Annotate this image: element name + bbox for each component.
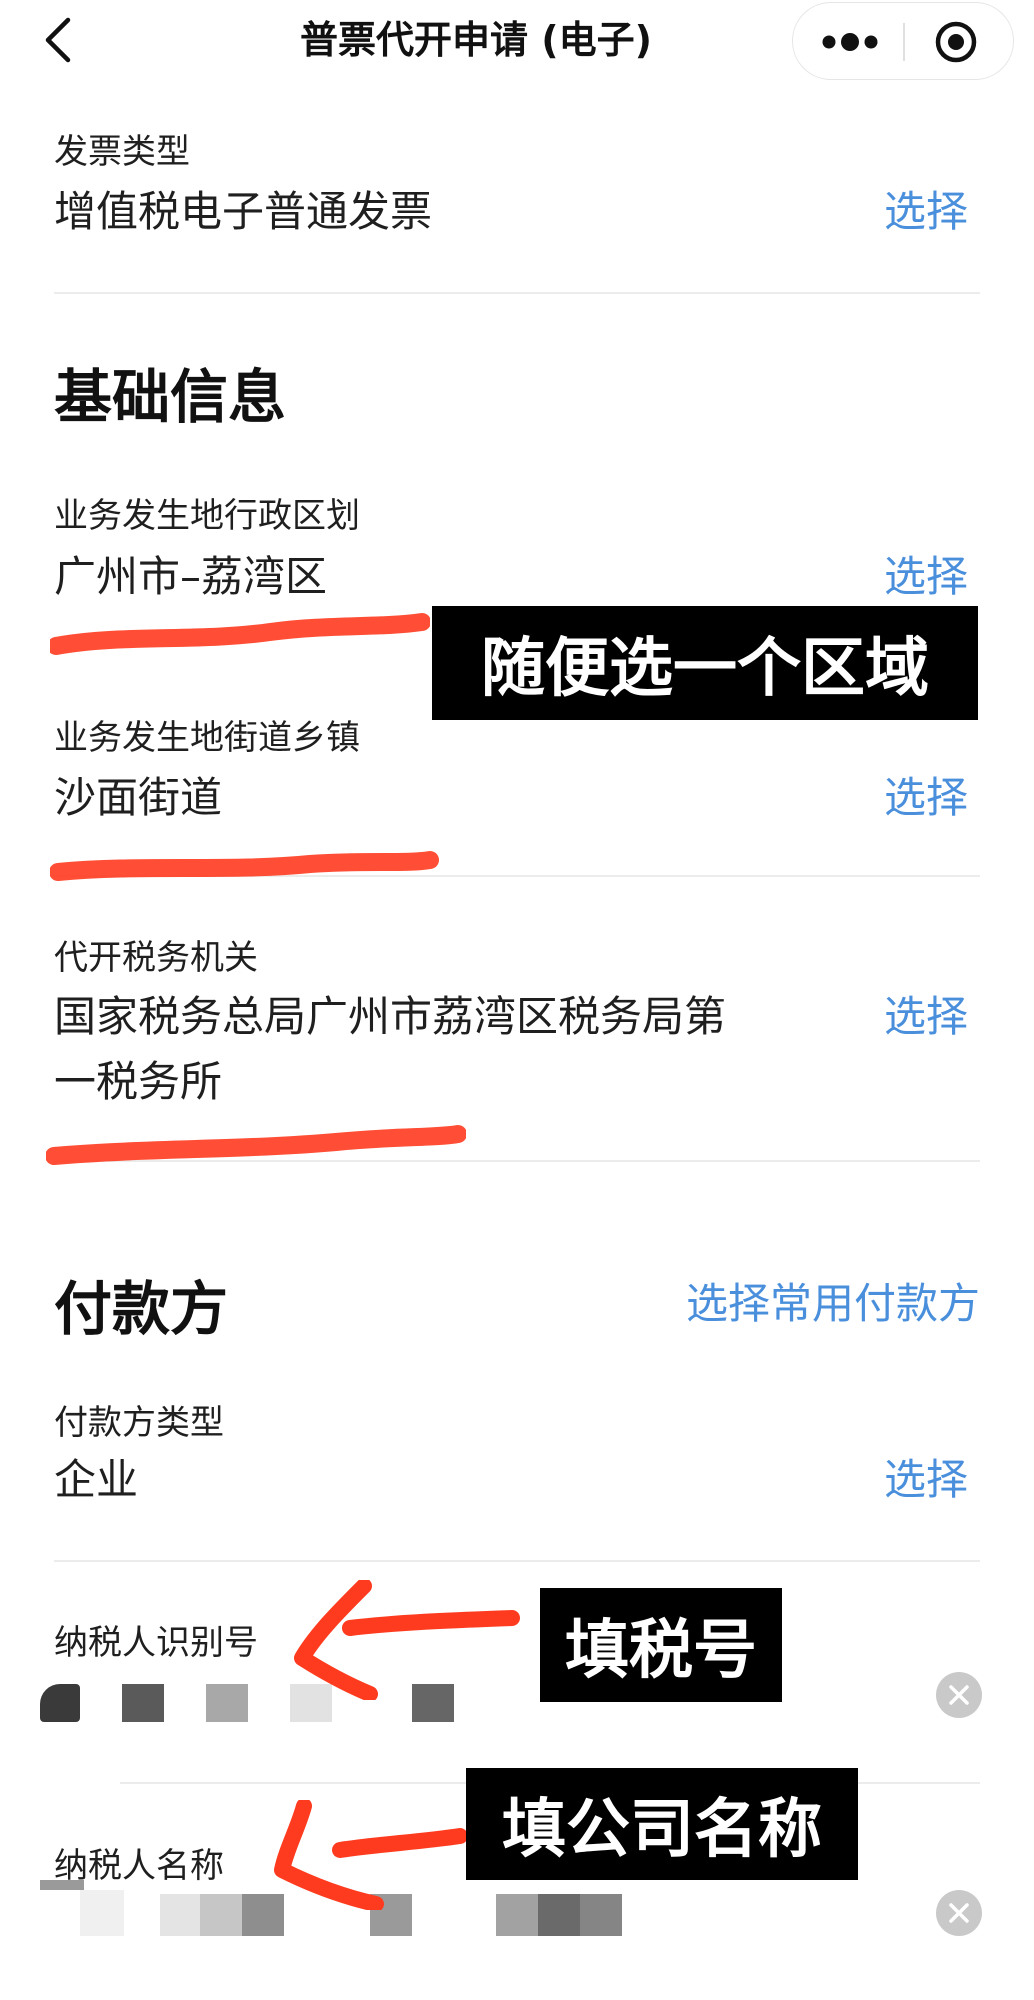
more-dots-icon (822, 33, 878, 51)
clear-taxpayer-name-button[interactable] (936, 1890, 982, 1936)
back-button[interactable] (38, 14, 82, 66)
taxpayer-id-label: 纳税人识别号 (54, 1623, 258, 1663)
divider (54, 1560, 980, 1562)
divider (54, 292, 980, 294)
street-select-button[interactable]: 选择 (884, 766, 968, 830)
capsule-divider (903, 23, 905, 61)
red-underline-scribble (50, 851, 439, 881)
annotation-note-company: 填公司名称 (466, 1768, 858, 1880)
region-value: 广州市–荔湾区 (54, 552, 328, 601)
tax-office-value-line2: 一税务所 (54, 1057, 223, 1106)
nav-bar: 普票代开申请 (电子) (0, 0, 1034, 80)
annotation-note-region: 随便选一个区域 (432, 606, 978, 720)
invoice-type-label: 发票类型 (54, 132, 190, 172)
more-button[interactable] (815, 21, 885, 63)
region-select-button[interactable]: 选择 (884, 545, 968, 609)
section-title-basic-info: 基础信息 (54, 363, 287, 431)
tax-office-select-button[interactable]: 选择 (884, 985, 968, 1049)
mini-program-capsule (792, 2, 1014, 80)
annotation-note-tax-id: 填税号 (540, 1588, 782, 1702)
region-label: 业务发生地行政区划 (54, 496, 360, 536)
target-close-icon (935, 21, 977, 63)
clear-icon (936, 1890, 982, 1936)
invoice-type-select-button[interactable]: 选择 (884, 180, 968, 244)
street-label: 业务发生地街道乡镇 (54, 718, 360, 758)
red-underline-scribble (46, 1125, 466, 1165)
select-common-payer-link[interactable]: 选择常用付款方 (686, 1270, 980, 1331)
red-arrow-scribble (294, 1580, 520, 1700)
chevron-left-icon (45, 17, 71, 63)
close-miniprogram-button[interactable] (931, 19, 981, 65)
clear-taxpayer-id-button[interactable] (936, 1672, 982, 1718)
red-arrow-scribble (274, 1800, 468, 1910)
tax-office-value-line1: 国家税务总局广州市荔湾区税务局第 (54, 992, 727, 1041)
payer-type-select-button[interactable]: 选择 (884, 1448, 968, 1512)
payer-type-value: 企业 (54, 1455, 139, 1504)
red-underline-scribble (50, 613, 430, 655)
tax-office-label: 代开税务机关 (54, 938, 258, 978)
payer-type-label: 付款方类型 (54, 1403, 224, 1443)
clear-icon (936, 1672, 982, 1718)
invoice-type-value: 增值税电子普通发票 (54, 187, 433, 236)
section-title-payer: 付款方 (54, 1275, 229, 1343)
street-value: 沙面街道 (54, 773, 223, 822)
page-title: 普票代开申请 (电子) (300, 18, 652, 62)
